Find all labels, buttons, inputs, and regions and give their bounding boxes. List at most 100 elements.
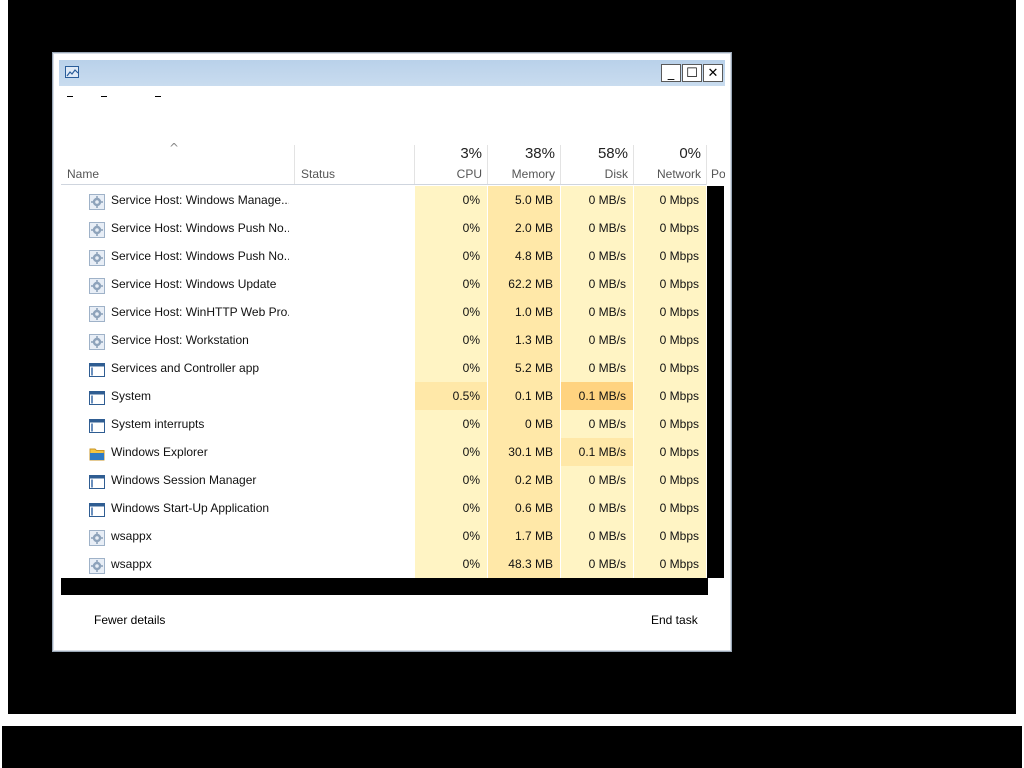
disk-cell: 0 MB/s bbox=[561, 466, 633, 494]
table-row[interactable]: Services and Controller app 0% 5.2 MB 0 MB/… bbox=[61, 354, 707, 382]
status-cell bbox=[294, 270, 414, 298]
memory-cell: 1.3 MB bbox=[488, 326, 560, 354]
process-name-cell: Services and Controller app bbox=[89, 354, 289, 382]
process-name-cell: System bbox=[89, 382, 289, 410]
column-header-memory[interactable]: 38% Memory bbox=[488, 143, 561, 187]
disk-cell: 0.1 MB/s bbox=[561, 382, 633, 410]
memory-cell: 1.0 MB bbox=[488, 298, 560, 326]
column-header-name[interactable]: Name bbox=[61, 143, 294, 187]
network-total-percent: 0% bbox=[679, 145, 701, 162]
end-task-button[interactable]: End task bbox=[651, 613, 698, 627]
process-name-cell: Service Host: Windows Push No... bbox=[89, 242, 289, 270]
app-window-icon bbox=[89, 388, 105, 405]
maximize-button[interactable]: ☐ bbox=[682, 64, 702, 82]
disk-cell: 0.1 MB/s bbox=[561, 438, 633, 466]
status-cell bbox=[294, 242, 414, 270]
cpu-cell: 0% bbox=[415, 242, 487, 270]
network-cell: 0 Mbps bbox=[634, 550, 706, 578]
status-cell bbox=[294, 326, 414, 354]
process-name-cell: Service Host: Windows Update bbox=[89, 270, 289, 298]
table-row[interactable]: Service Host: Windows Push No... 0% 4.8 MB… bbox=[61, 242, 707, 270]
app-window-icon bbox=[89, 472, 105, 489]
vertical-scrollbar[interactable] bbox=[707, 186, 724, 578]
status-cell bbox=[294, 214, 414, 242]
disk-cell: 0 MB/s bbox=[561, 298, 633, 326]
network-cell: 0 Mbps bbox=[634, 186, 706, 214]
table-row[interactable]: Service Host: Windows Update 0% 62.2 MB 0 M… bbox=[61, 270, 707, 298]
process-name: Windows Start-Up Application bbox=[111, 501, 270, 515]
disk-cell: 0 MB/s bbox=[561, 242, 633, 270]
disk-cell: 0 MB/s bbox=[561, 522, 633, 550]
status-cell bbox=[294, 410, 414, 438]
memory-cell: 4.8 MB bbox=[488, 242, 560, 270]
menu-bar bbox=[61, 87, 725, 103]
disk-cell: 0 MB/s bbox=[561, 326, 633, 354]
column-header-disk[interactable]: 58% Disk bbox=[561, 143, 634, 187]
menu-options[interactable] bbox=[101, 87, 107, 101]
gear-icon bbox=[89, 528, 105, 546]
network-cell: 0 Mbps bbox=[634, 326, 706, 354]
memory-cell: 5.0 MB bbox=[488, 186, 560, 214]
column-header-status[interactable]: Status bbox=[295, 143, 415, 187]
process-name: Service Host: Windows Update bbox=[111, 277, 277, 291]
process-name-cell: Service Host: Windows Manage... bbox=[89, 186, 289, 214]
table-row[interactable]: Service Host: Workstation 0% 1.3 MB 0 MB/s 0… bbox=[61, 326, 707, 354]
minimize-icon: _ bbox=[667, 65, 675, 81]
memory-cell: 0.2 MB bbox=[488, 466, 560, 494]
table-row[interactable]: Service Host: Windows Manage... 0% 5.0 MB 0… bbox=[61, 186, 707, 214]
memory-cell: 5.2 MB bbox=[488, 354, 560, 382]
column-header-power[interactable]: Po bbox=[707, 143, 725, 187]
menu-view[interactable] bbox=[155, 87, 161, 101]
process-name: Service Host: Windows Push No... bbox=[111, 249, 289, 263]
column-label-power: Po bbox=[711, 167, 725, 181]
table-row[interactable]: Service Host: Windows Push No... 0% 2.0 MB… bbox=[61, 214, 707, 242]
gear-icon bbox=[89, 556, 105, 574]
network-cell: 0 Mbps bbox=[634, 214, 706, 242]
process-name: wsappx bbox=[111, 557, 152, 571]
header-divider bbox=[61, 184, 706, 185]
table-row[interactable]: Windows Session Manager 0% 0.2 MB 0 MB/s 0 M… bbox=[61, 466, 707, 494]
memory-total-percent: 38% bbox=[524, 145, 555, 162]
network-cell: 0 Mbps bbox=[634, 382, 706, 410]
minimize-button[interactable]: _ bbox=[661, 64, 681, 82]
memory-cell: 0.6 MB bbox=[488, 494, 560, 522]
status-cell bbox=[294, 550, 414, 578]
table-row[interactable]: System interrupts 0% 0 MB 0 MB/s 0 Mbps bbox=[61, 410, 707, 438]
network-cell: 0 Mbps bbox=[634, 354, 706, 382]
cpu-cell: 0% bbox=[415, 186, 487, 214]
column-header-cpu[interactable]: 3% CPU bbox=[415, 143, 488, 187]
memory-cell: 0.1 MB bbox=[488, 382, 560, 410]
cpu-cell: 0% bbox=[415, 466, 487, 494]
table-row[interactable]: Windows Explorer 0% 30.1 MB 0.1 MB/s 0 Mbps bbox=[61, 438, 707, 466]
cpu-cell: 0% bbox=[415, 354, 487, 382]
memory-cell: 1.7 MB bbox=[488, 522, 560, 550]
cpu-cell: 0% bbox=[415, 438, 487, 466]
network-cell: 0 Mbps bbox=[634, 494, 706, 522]
table-row[interactable]: Windows Start-Up Application 0% 0.6 MB 0 MB… bbox=[61, 494, 707, 522]
process-name: Services and Controller app bbox=[111, 361, 260, 375]
table-row[interactable]: System 0.5% 0.1 MB 0.1 MB/s 0 Mbps bbox=[61, 382, 707, 410]
process-name: Service Host: Windows Manage... bbox=[111, 193, 289, 207]
process-name-cell: Windows Explorer bbox=[89, 438, 289, 466]
table-row[interactable]: wsappx 0% 1.7 MB 0 MB/s 0 Mbps bbox=[61, 522, 707, 550]
process-name-cell: Service Host: Windows Push No... bbox=[89, 214, 289, 242]
disk-cell: 0 MB/s bbox=[561, 214, 633, 242]
title-bar[interactable]: _ ☐ ✕ bbox=[59, 60, 725, 86]
app-window-icon bbox=[89, 500, 105, 517]
disk-total-percent: 58% bbox=[597, 145, 628, 162]
column-header-network[interactable]: 0% Network bbox=[634, 143, 707, 187]
close-button[interactable]: ✕ bbox=[703, 64, 723, 82]
gear-icon bbox=[89, 304, 105, 322]
network-cell: 0 Mbps bbox=[634, 466, 706, 494]
table-row[interactable]: Service Host: WinHTTP Web Pro... 0% 1.0 MB… bbox=[61, 298, 707, 326]
menu-file[interactable] bbox=[67, 87, 73, 101]
network-cell: 0 Mbps bbox=[634, 410, 706, 438]
disk-cell: 0 MB/s bbox=[561, 494, 633, 522]
gear-icon bbox=[89, 248, 105, 266]
process-name: wsappx bbox=[111, 529, 152, 543]
horizontal-scrollbar[interactable] bbox=[61, 578, 708, 595]
status-cell bbox=[294, 382, 414, 410]
table-row[interactable]: wsappx 0% 48.3 MB 0 MB/s 0 Mbps bbox=[61, 550, 707, 578]
fewer-details-button[interactable]: Fewer details bbox=[94, 613, 165, 627]
column-label-status: Status bbox=[301, 167, 336, 181]
